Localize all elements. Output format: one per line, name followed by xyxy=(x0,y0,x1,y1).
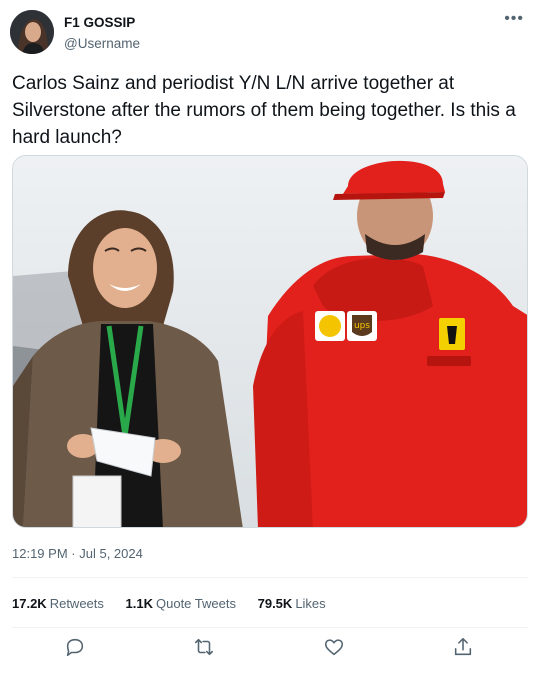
meta-separator: · xyxy=(71,546,76,561)
tweet-timestamp[interactable]: 12:19 PM · Jul 5, 2024 xyxy=(12,546,143,561)
tweet-header: F1 GOSSIP @Username ••• xyxy=(10,10,530,56)
retweet-icon[interactable] xyxy=(193,636,219,662)
tweet-photo[interactable]: ups xyxy=(12,155,528,528)
author-name[interactable]: F1 GOSSIP xyxy=(64,15,135,30)
avatar[interactable] xyxy=(10,10,54,54)
likes-stat[interactable]: 79.5K Likes xyxy=(258,596,326,611)
quote-tweets-label: Quote Tweets xyxy=(156,596,236,611)
likes-count: 79.5K xyxy=(257,596,293,611)
tweet-date: Jul 5, 2024 xyxy=(79,546,143,561)
ups-logo: ups xyxy=(354,321,370,331)
quote-tweets-stat[interactable]: 1.1K Quote Tweets xyxy=(126,596,236,611)
tweet-time: 12:19 PM xyxy=(12,546,68,561)
tweet-actions xyxy=(12,636,528,666)
likes-label: Likes xyxy=(295,596,326,611)
tweet-text: Carlos Sainz and periodist Y/N L/N arriv… xyxy=(12,73,516,148)
like-icon[interactable] xyxy=(323,636,349,662)
retweets-stat[interactable]: 17.2K Retweets xyxy=(12,596,104,611)
retweets-label: Retweets xyxy=(49,596,104,611)
more-horizontal-icon[interactable]: ••• xyxy=(504,10,524,28)
quote-tweets-count: 1.1K xyxy=(125,596,153,611)
divider xyxy=(12,627,528,628)
divider xyxy=(12,577,528,578)
author-handle[interactable]: @Username xyxy=(64,36,140,51)
share-icon[interactable] xyxy=(452,636,478,662)
retweets-count: 17.2K xyxy=(12,596,47,611)
reply-icon[interactable] xyxy=(64,636,90,662)
tweet-card: F1 GOSSIP @Username ••• Carlos Sainz and… xyxy=(0,0,540,682)
tweet-stats: 17.2K Retweets 1.1K Quote Tweets 79.5K Like… xyxy=(12,596,344,611)
